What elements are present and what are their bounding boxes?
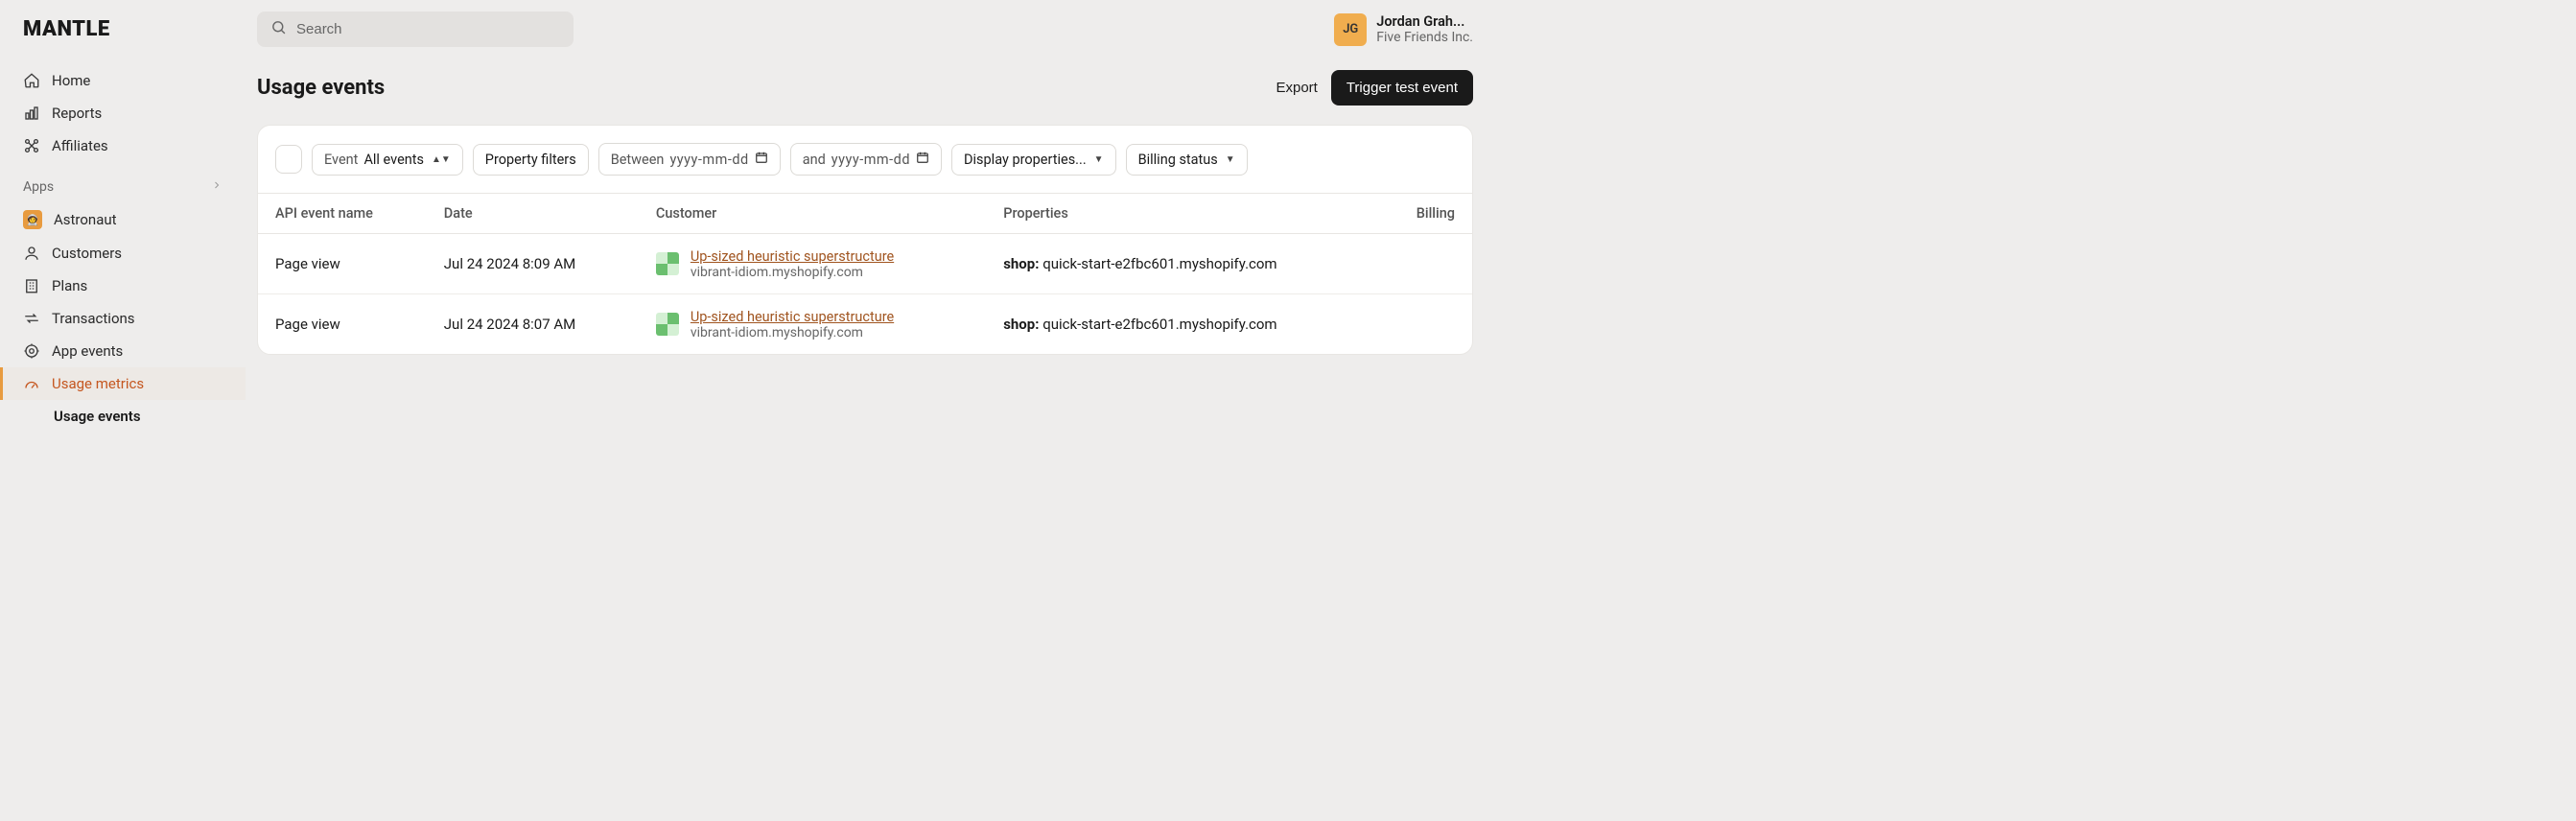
prop-key: shop:	[1003, 255, 1039, 272]
event-filter[interactable]: Event All events ▲▼	[312, 144, 463, 176]
events-table: API event name Date Customer Properties …	[258, 194, 1472, 354]
nav-usage-events[interactable]: Usage events	[0, 400, 246, 433]
cell-properties: shop: quick-start-e2fbc601.myshopify.com	[986, 294, 1379, 355]
user-org: Five Friends Inc.	[1376, 30, 1473, 45]
user-icon	[23, 245, 40, 262]
cell-event: Page view	[258, 234, 427, 294]
cell-customer: Up-sized heuristic superstructure vibran…	[639, 234, 986, 294]
trigger-test-event-button[interactable]: Trigger test event	[1331, 70, 1473, 106]
prop-value: quick-start-e2fbc601.myshopify.com	[1042, 255, 1276, 272]
user-name: Jordan Grah...	[1376, 13, 1473, 30]
filter-value: All events	[363, 152, 424, 168]
filters-bar: Event All events ▲▼ Property filters Bet…	[258, 126, 1472, 194]
apps-section-header[interactable]: Apps	[0, 162, 246, 202]
export-button[interactable]: Export	[1276, 80, 1317, 96]
topbar: JG Jordan Grah... Five Friends Inc.	[257, 12, 1473, 47]
col-api-event: API event name	[258, 194, 427, 234]
cell-billing	[1379, 234, 1472, 294]
events-icon	[23, 342, 40, 360]
main-content: JG Jordan Grah... Five Friends Inc. Usag…	[246, 0, 1496, 444]
select-all-checkbox[interactable]	[275, 145, 302, 174]
search-icon	[270, 19, 287, 39]
and-label: and	[803, 152, 826, 168]
calendar-icon	[755, 151, 768, 168]
user-menu[interactable]: JG Jordan Grah... Five Friends Inc.	[1334, 13, 1473, 46]
sidebar: MANTLE Home Reports Affiliates Apps	[0, 0, 246, 444]
nav-affiliates[interactable]: Affiliates	[0, 129, 246, 162]
cell-date: Jul 24 2024 8:09 AM	[427, 234, 639, 294]
cell-billing	[1379, 294, 1472, 355]
affiliates-icon	[23, 137, 40, 154]
nav-label: Astronaut	[54, 211, 117, 228]
nav-reports[interactable]: Reports	[0, 97, 246, 129]
chart-icon	[23, 105, 40, 122]
caret-down-icon: ▼	[1094, 154, 1104, 165]
nav-transactions[interactable]: Transactions	[0, 302, 246, 335]
date-placeholder: yyyy-mm-dd	[669, 152, 748, 168]
display-properties-filter[interactable]: Display properties... ▼	[951, 144, 1116, 176]
page-header: Usage events Export Trigger test event	[257, 70, 1473, 106]
brand-logo: MANTLE	[0, 12, 246, 64]
sidebar-app-astronaut[interactable]: 🧑‍🚀 Astronaut	[0, 202, 246, 237]
prop-key: shop:	[1003, 316, 1039, 333]
col-date: Date	[427, 194, 639, 234]
transactions-icon	[23, 310, 40, 327]
apps-label: Apps	[23, 179, 54, 195]
customer-link[interactable]: Up-sized heuristic superstructure	[691, 248, 894, 265]
nav-app-events[interactable]: App events	[0, 335, 246, 367]
calendar-icon	[916, 151, 929, 168]
nav-home[interactable]: Home	[0, 64, 246, 97]
caret-down-icon: ▼	[1226, 154, 1235, 165]
events-card: Event All events ▲▼ Property filters Bet…	[257, 125, 1473, 355]
astronaut-icon: 🧑‍🚀	[23, 210, 42, 229]
customer-domain: vibrant-idiom.myshopify.com	[691, 325, 894, 340]
date-to-filter[interactable]: and yyyy-mm-dd	[790, 143, 942, 176]
avatar: JG	[1334, 13, 1367, 46]
nav-customers[interactable]: Customers	[0, 237, 246, 270]
search-box[interactable]	[257, 12, 574, 47]
table-row[interactable]: Page view Jul 24 2024 8:07 AM Up-sized h…	[258, 294, 1472, 355]
cell-properties: shop: quick-start-e2fbc601.myshopify.com	[986, 234, 1379, 294]
nav-label: Transactions	[52, 310, 135, 327]
col-billing: Billing	[1379, 194, 1472, 234]
search-input[interactable]	[296, 21, 560, 37]
gauge-icon	[23, 375, 40, 392]
sort-icon: ▲▼	[432, 154, 451, 165]
billing-status-filter[interactable]: Billing status ▼	[1126, 144, 1248, 176]
customer-link[interactable]: Up-sized heuristic superstructure	[691, 309, 894, 325]
nav-label: Home	[52, 72, 90, 89]
filter-label: Event	[324, 152, 358, 168]
prop-value: quick-start-e2fbc601.myshopify.com	[1042, 316, 1276, 333]
table-row[interactable]: Page view Jul 24 2024 8:09 AM Up-sized h…	[258, 234, 1472, 294]
between-label: Between	[611, 152, 665, 168]
nav-label: Affiliates	[52, 137, 108, 154]
col-properties: Properties	[986, 194, 1379, 234]
nav-plans[interactable]: Plans	[0, 270, 246, 302]
nav-label: Usage metrics	[52, 375, 144, 392]
customer-avatar	[656, 252, 679, 275]
cell-customer: Up-sized heuristic superstructure vibran…	[639, 294, 986, 355]
nav-label: Plans	[52, 277, 87, 294]
building-icon	[23, 277, 40, 294]
property-filters-button[interactable]: Property filters	[473, 144, 589, 176]
nav-label: Customers	[52, 245, 122, 262]
customer-domain: vibrant-idiom.myshopify.com	[691, 265, 894, 280]
col-customer: Customer	[639, 194, 986, 234]
date-placeholder: yyyy-mm-dd	[831, 152, 910, 168]
chevron-right-icon	[211, 179, 222, 195]
customer-avatar	[656, 313, 679, 336]
nav-usage-metrics[interactable]: Usage metrics	[0, 367, 246, 400]
nav-label: Reports	[52, 105, 102, 122]
home-icon	[23, 72, 40, 89]
cell-date: Jul 24 2024 8:07 AM	[427, 294, 639, 355]
cell-event: Page view	[258, 294, 427, 355]
nav-label: App events	[52, 342, 123, 360]
page-title: Usage events	[257, 76, 385, 100]
date-from-filter[interactable]: Between yyyy-mm-dd	[598, 143, 781, 176]
